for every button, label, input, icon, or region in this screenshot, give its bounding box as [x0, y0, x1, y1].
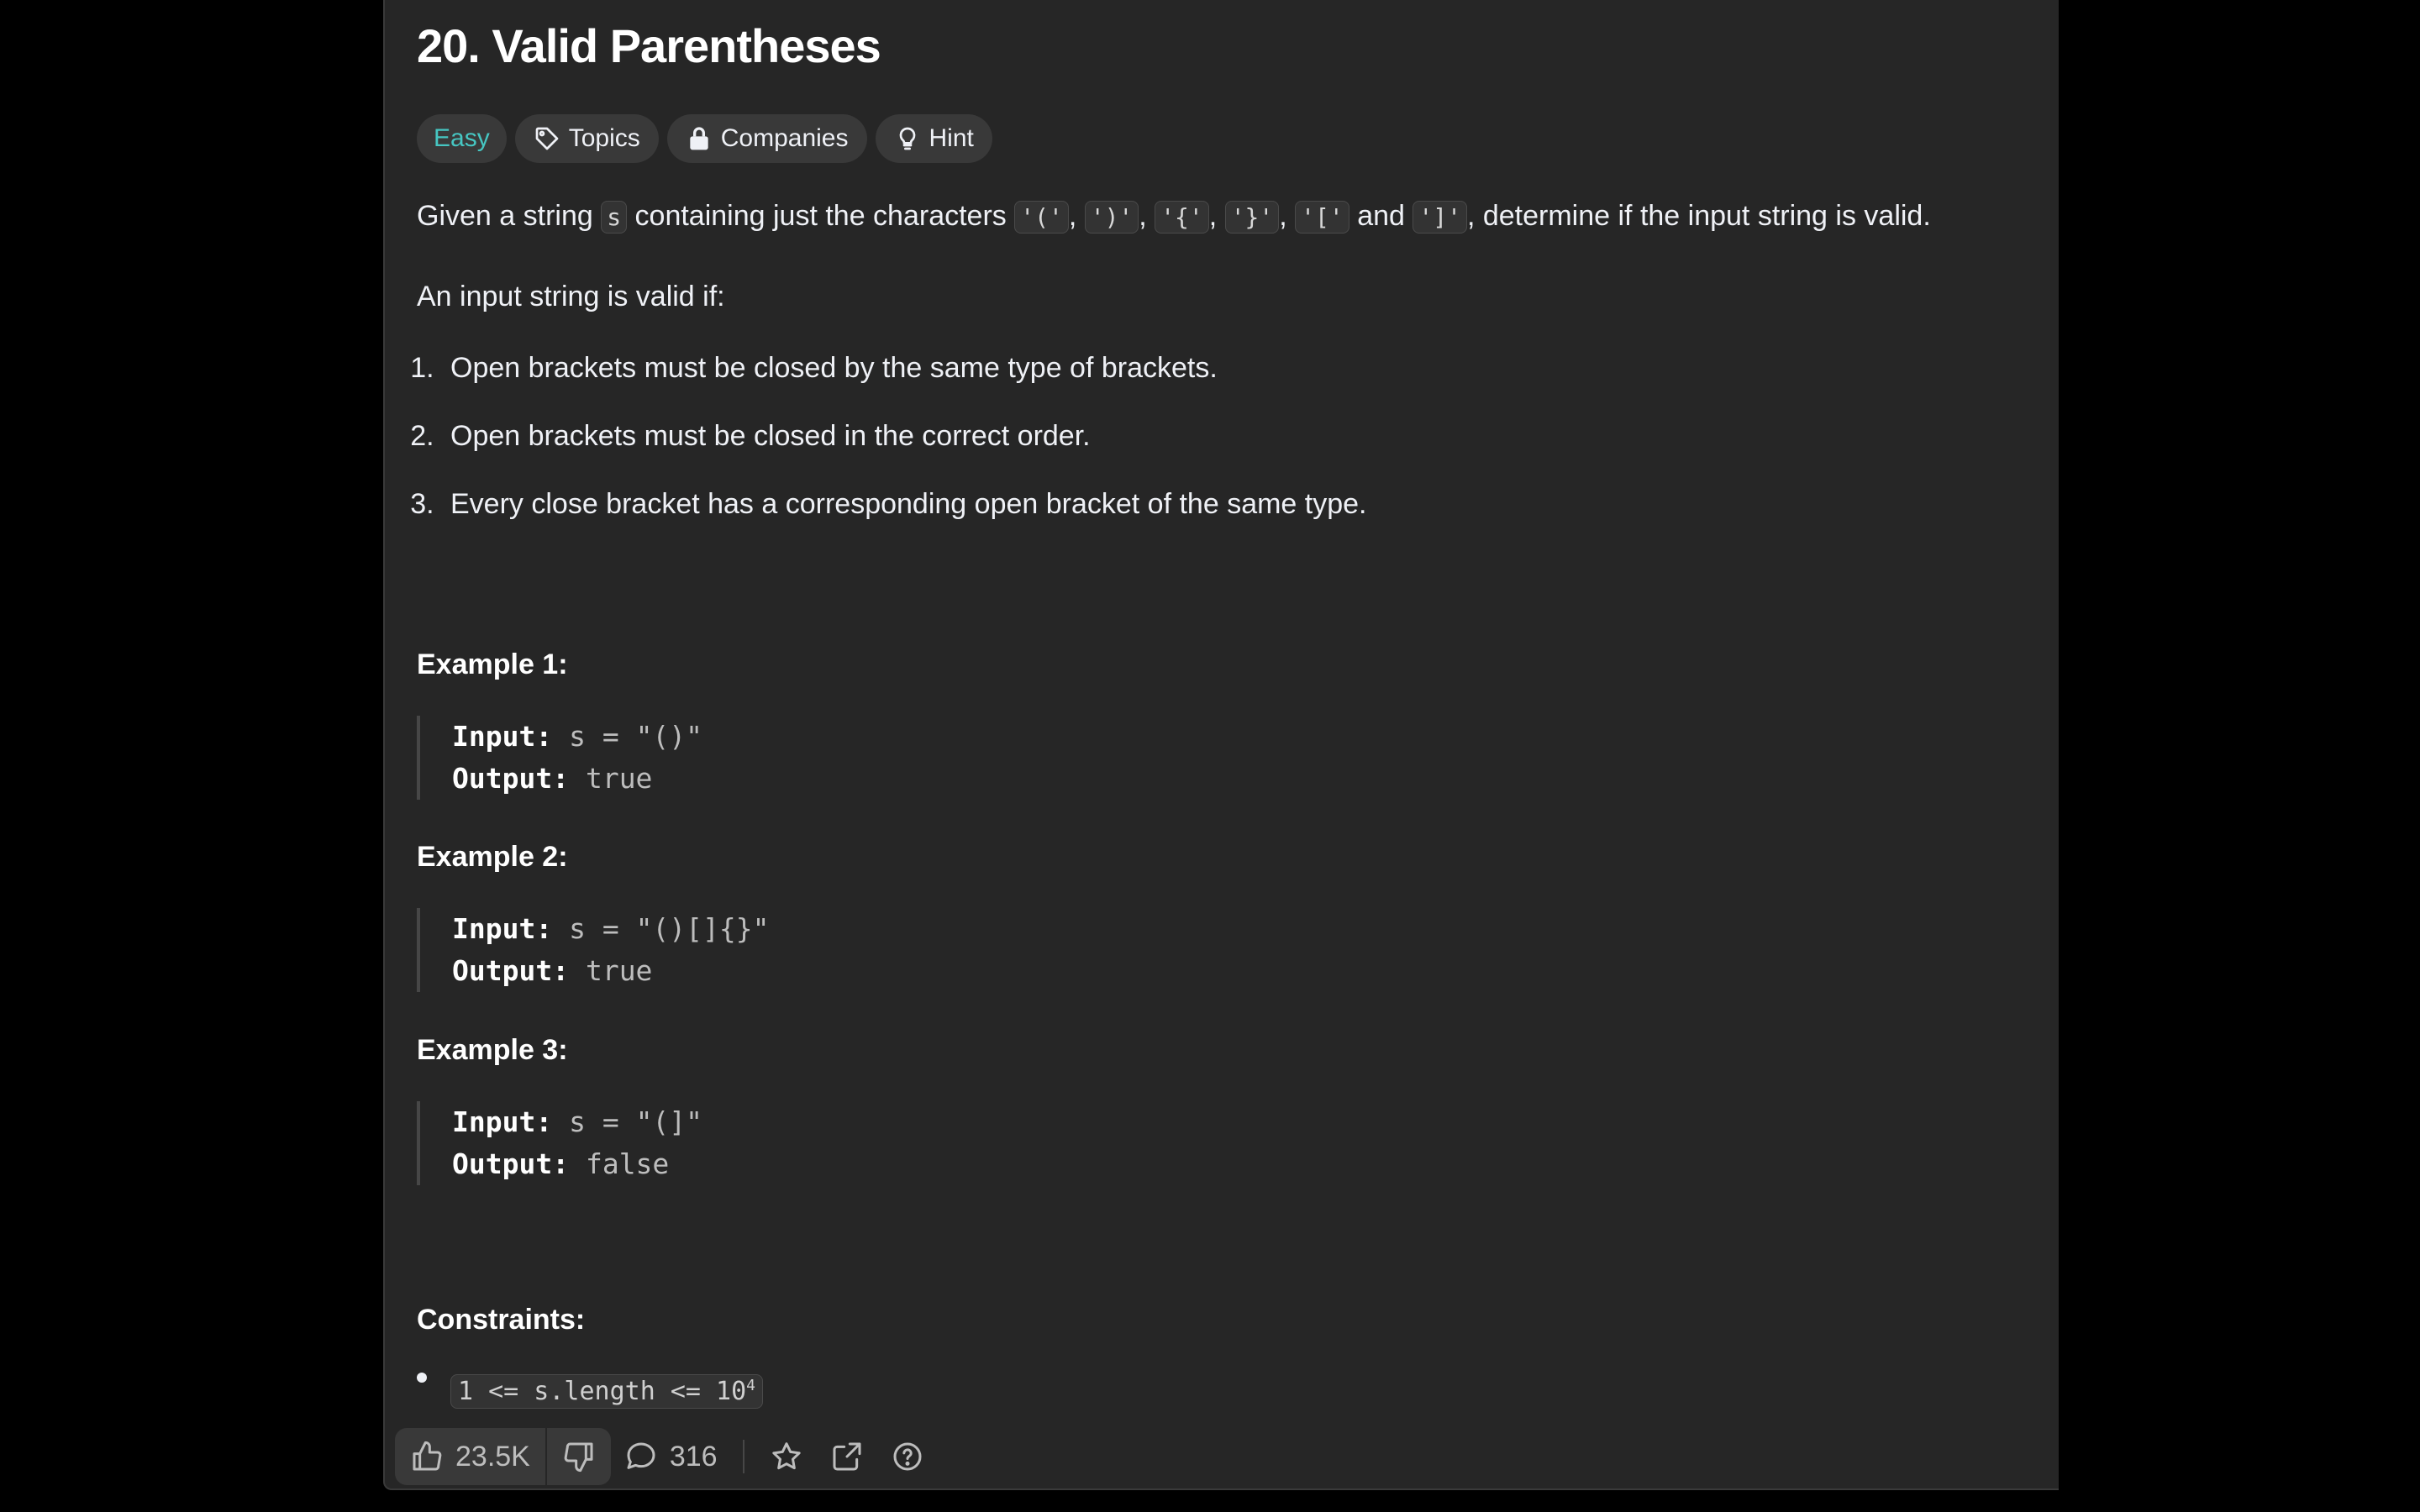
example-title: Example 3:: [417, 1034, 568, 1066]
output-value: true: [585, 762, 653, 795]
topics-button[interactable]: Topics: [514, 114, 659, 163]
hint-label: Hint: [929, 124, 974, 152]
code-char: '(': [1014, 201, 1069, 234]
validity-intro: An input string is valid if:: [417, 281, 725, 312]
example-block: Input: s = "()[]{}" Output: true: [417, 908, 921, 992]
share-icon: [833, 1442, 861, 1471]
problem-description-panel: 20. Valid Parentheses Easy Topics Compan…: [383, 0, 2059, 1490]
description-suffix: , determine if the input string is valid…: [1466, 200, 1931, 232]
thumbs-down-icon: [564, 1442, 593, 1473]
constraint-base: 1 <= s.length <= 10: [458, 1377, 747, 1406]
code-char: '}': [1224, 201, 1280, 234]
input-label: Input:: [452, 720, 553, 753]
toolbar-divider: [742, 1440, 744, 1473]
example-block: Input: s = "(]" Output: false: [417, 1101, 921, 1185]
bullet: [417, 1373, 427, 1383]
code-char: '[': [1295, 201, 1349, 234]
code-char: ')': [1084, 201, 1139, 234]
help-icon: [893, 1442, 922, 1471]
constraints-title: Constraints:: [417, 1304, 586, 1336]
constraint-item: 1 <= s.length <= 104: [450, 1374, 764, 1409]
favorite-button[interactable]: [756, 1428, 817, 1485]
topics-label: Topics: [568, 124, 640, 152]
rules-list: Open brackets must be closed by the same…: [408, 353, 1367, 557]
thumbs-up-icon: [413, 1441, 442, 1471]
code-char: '{': [1155, 201, 1209, 234]
rule-item: Every close bracket has a corresponding …: [442, 489, 1367, 520]
output-label: Output:: [452, 1147, 570, 1180]
example-title: Example 2:: [417, 841, 568, 873]
comment-icon: [627, 1442, 655, 1469]
like-button[interactable]: 23.5K: [395, 1428, 545, 1485]
comma: ,: [1279, 200, 1287, 232]
like-count: 23.5K: [455, 1440, 530, 1473]
problem-tags: Easy Topics Companies Hint: [417, 114, 992, 163]
output-label: Output:: [452, 762, 570, 795]
example-block: Input: s = "()" Output: true: [417, 716, 921, 800]
share-button[interactable]: [817, 1428, 877, 1485]
companies-label: Companies: [720, 124, 849, 152]
comments-button[interactable]: 316: [611, 1428, 731, 1485]
input-label: Input:: [452, 1105, 553, 1138]
tag-icon: [535, 127, 559, 150]
comma: ,: [1208, 200, 1218, 232]
lightbulb-icon: [899, 127, 915, 150]
companies-button[interactable]: Companies: [666, 114, 867, 163]
input-value: s = "()[]{}": [569, 912, 770, 945]
example-title: Example 1:: [417, 648, 568, 680]
description-prefix: Given a string: [417, 200, 593, 232]
comment-count: 316: [669, 1440, 718, 1473]
comma: ,: [1068, 200, 1077, 232]
output-label: Output:: [452, 954, 570, 987]
comma: ,: [1139, 200, 1147, 232]
input-value: s = "()": [569, 720, 703, 753]
hint-button[interactable]: Hint: [875, 114, 992, 163]
lock-icon: [690, 127, 708, 150]
star-icon: [771, 1442, 801, 1470]
input-label: Input:: [452, 912, 553, 945]
dislike-button[interactable]: [547, 1428, 611, 1485]
description-mid: containing just the characters: [634, 200, 1007, 232]
input-value: s = "(]": [569, 1105, 703, 1138]
and-word: and: [1357, 200, 1405, 232]
code-char: ']': [1413, 201, 1467, 234]
description-paragraph: Given a string s containing just the cha…: [417, 200, 1931, 234]
rule-item: Open brackets must be closed in the corr…: [442, 421, 1367, 452]
code-var-s: s: [601, 201, 628, 234]
vote-group: 23.5K: [395, 1428, 611, 1485]
output-value: true: [585, 954, 653, 987]
problem-footer-toolbar: 23.5K 316: [395, 1428, 938, 1485]
problem-title: 20. Valid Parentheses: [417, 19, 881, 72]
output-value: false: [585, 1147, 670, 1180]
difficulty-badge: Easy: [417, 114, 507, 163]
rule-item: Open brackets must be closed by the same…: [442, 353, 1367, 384]
help-button[interactable]: [877, 1428, 938, 1485]
constraint-exponent: 4: [746, 1377, 756, 1394]
